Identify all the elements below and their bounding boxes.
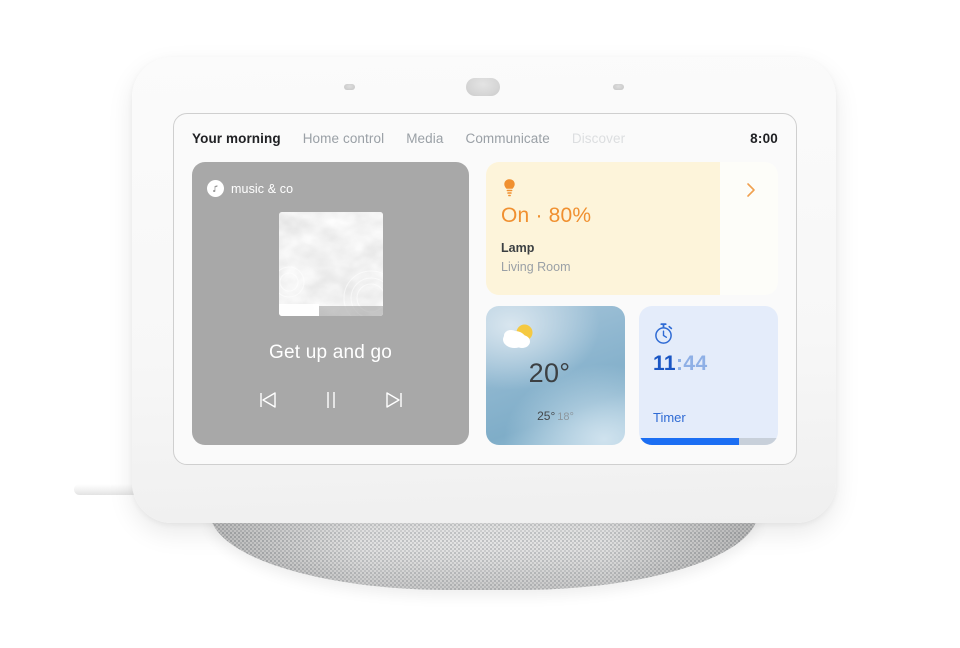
playback-controls xyxy=(192,390,469,410)
device-stage: Your morning Home control Media Communic… xyxy=(0,0,960,648)
music-note-icon xyxy=(207,180,224,197)
timer-progress-bar xyxy=(639,438,778,445)
lamp-brightness-fill xyxy=(486,162,720,295)
album-art xyxy=(279,212,383,316)
music-source: music & co xyxy=(207,180,293,197)
weather-card[interactable]: 20° 25° 18° xyxy=(486,306,625,445)
stopwatch-icon xyxy=(653,322,674,345)
tab-discover[interactable]: Discover xyxy=(572,131,625,146)
weather-current-temperature: 20° xyxy=(528,358,571,388)
weather-low: 18° xyxy=(557,411,574,423)
device-shell: Your morning Home control Media Communic… xyxy=(132,57,836,523)
display-screen: Your morning Home control Media Communic… xyxy=(173,113,797,465)
tab-media[interactable]: Media xyxy=(406,131,443,146)
sensor-dot-left-icon xyxy=(344,84,355,90)
weather-high-low: 25° 18° xyxy=(486,409,625,423)
sun-behind-cloud-icon xyxy=(500,322,538,352)
timer-card[interactable]: 11:44 Timer xyxy=(639,306,778,445)
chevron-right-icon[interactable] xyxy=(746,182,756,198)
lamp-control-card[interactable]: On · 80% Lamp Living Room xyxy=(486,162,778,295)
lamp-room-name: Living Room xyxy=(501,260,571,274)
timer-seconds: :44 xyxy=(676,352,708,375)
timer-progress-fill xyxy=(639,438,740,445)
timer-label: Timer xyxy=(653,410,686,425)
previous-track-icon[interactable] xyxy=(257,390,279,410)
top-navigation-bar: Your morning Home control Media Communic… xyxy=(174,114,796,162)
light-bulb-icon xyxy=(502,178,517,197)
now-playing-title: Get up and go xyxy=(268,342,393,363)
music-player-card[interactable]: music & co Get up and go xyxy=(192,162,469,445)
tab-home-control[interactable]: Home control xyxy=(303,131,384,146)
pause-icon[interactable] xyxy=(323,390,339,410)
timer-remaining-value: 11:44 xyxy=(653,352,708,376)
cards-grid: music & co Get up and go On · 80% Lamp L… xyxy=(192,162,778,450)
ambient-light-sensor-icon xyxy=(466,78,500,96)
weather-high: 25° xyxy=(537,409,556,423)
lamp-device-name: Lamp xyxy=(501,241,535,255)
clock-display: 8:00 xyxy=(750,130,778,146)
lamp-state-label: On · 80% xyxy=(501,204,592,227)
tab-your-morning[interactable]: Your morning xyxy=(192,131,281,146)
tab-communicate[interactable]: Communicate xyxy=(465,131,549,146)
music-source-label: music & co xyxy=(231,181,294,196)
next-track-icon[interactable] xyxy=(383,390,405,410)
sensor-dot-right-icon xyxy=(613,84,624,90)
timer-minutes: 11 xyxy=(653,352,676,375)
screen-content: Your morning Home control Media Communic… xyxy=(174,114,796,464)
